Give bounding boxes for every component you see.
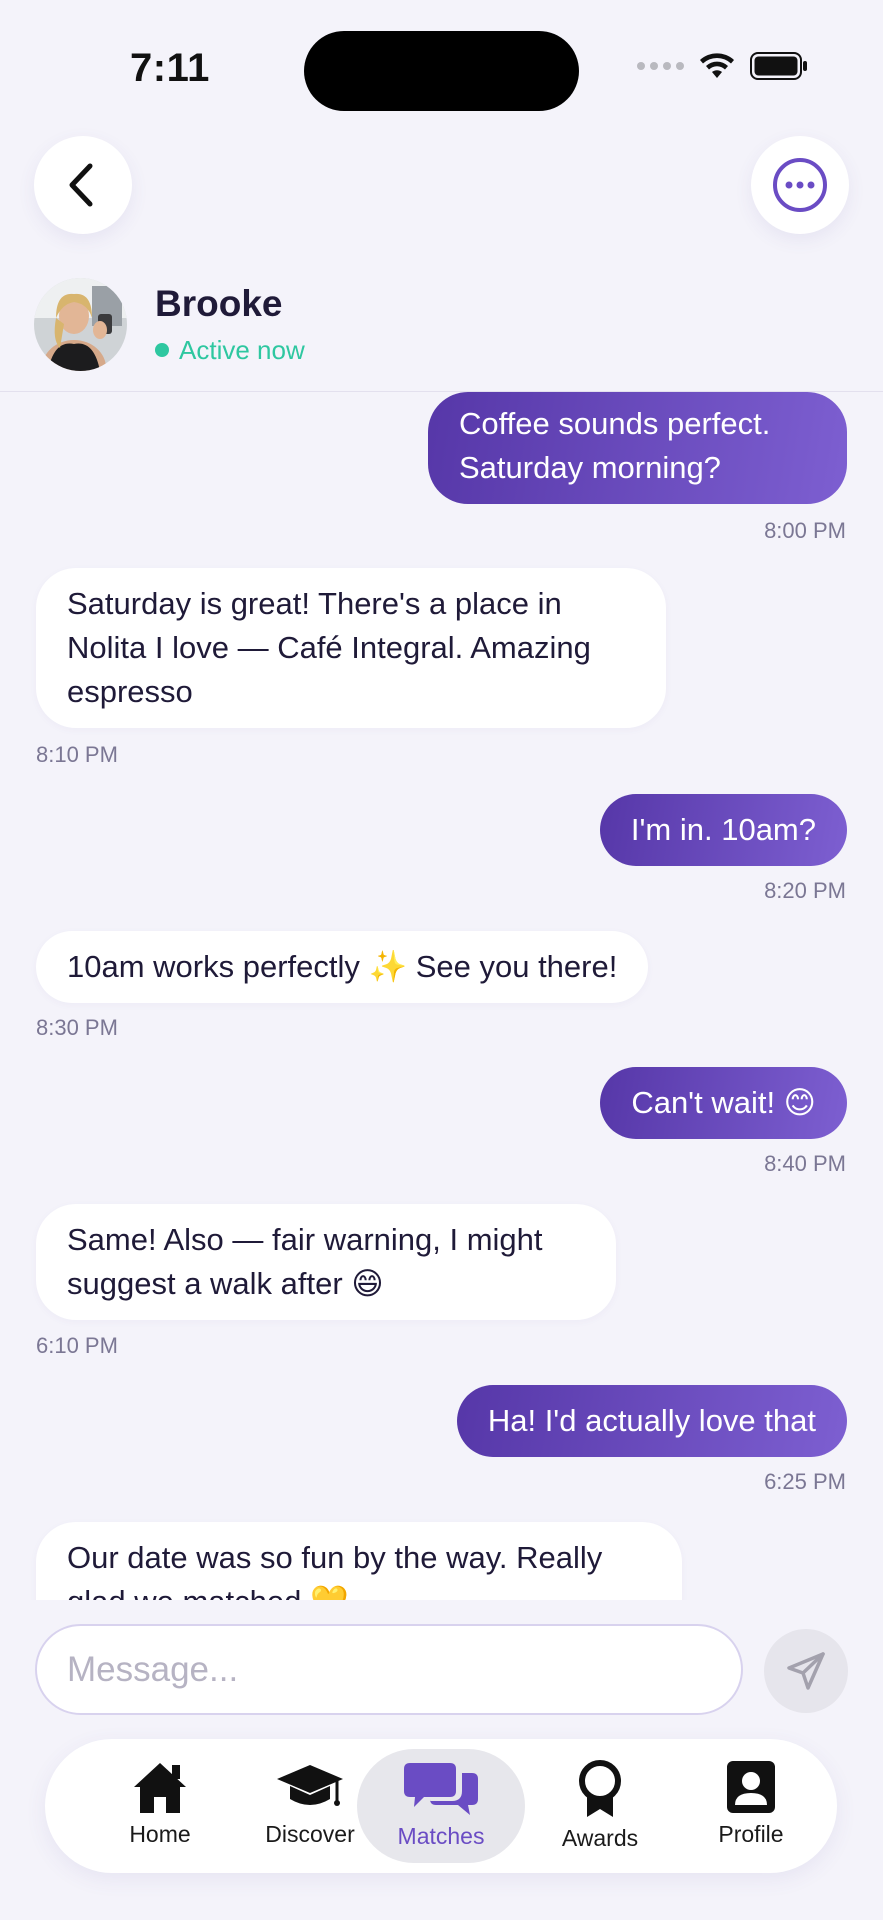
- graduation-cap-icon: [277, 1765, 343, 1806]
- send-button[interactable]: [764, 1629, 848, 1713]
- online-dot-icon: [155, 343, 169, 357]
- message-bubble-sent[interactable]: Coffee sounds perfect. Saturday morning?: [428, 392, 847, 504]
- presence-status: Active now: [155, 335, 305, 366]
- tab-profile[interactable]: Profile: [675, 1749, 827, 1863]
- status-time: 7:11: [130, 46, 210, 90]
- contact-info: Brooke Active now: [155, 283, 305, 366]
- send-icon: [787, 1652, 825, 1690]
- message-timestamp: 8:20 PM: [764, 878, 846, 903]
- person-card-icon: [727, 1761, 775, 1813]
- award-ribbon-icon: [579, 1760, 621, 1817]
- tab-awards[interactable]: Awards: [524, 1749, 676, 1863]
- chat-bubbles-icon: [404, 1763, 478, 1815]
- chat-screen: 7:11 Brooke Active now Coffee sounds per…: [0, 0, 883, 1920]
- tab-label: Matches: [397, 1823, 485, 1849]
- message-bubble-sent[interactable]: I'm in. 10am?: [599, 794, 847, 866]
- message-list[interactable]: Coffee sounds perfect. Saturday morning?…: [0, 392, 883, 1600]
- more-options-button[interactable]: [751, 136, 849, 234]
- message-bubble-received[interactable]: Our date was so fun by the way. Really g…: [36, 1522, 682, 1600]
- message-timestamp: 8:30 PM: [36, 1015, 118, 1040]
- message-bubble-received[interactable]: 10am works perfectly ✨ See you there!: [36, 931, 649, 1003]
- cellular-signal-icon: [637, 62, 684, 70]
- back-button[interactable]: [34, 136, 132, 234]
- contact-name: Brooke: [155, 282, 283, 324]
- tab-label: Profile: [718, 1821, 784, 1847]
- message-bubble-sent[interactable]: Can't wait! 😊: [600, 1067, 847, 1139]
- battery-icon: [750, 52, 807, 80]
- tab-bar: Home Discover Matches Awards Profile: [45, 1739, 837, 1873]
- more-options-icon: [773, 158, 827, 212]
- message-bubble-received[interactable]: Saturday is great! There's a place in No…: [36, 568, 666, 728]
- tab-label: Discover: [265, 1821, 355, 1847]
- presence-label: Active now: [179, 334, 305, 365]
- message-timestamp: 8:40 PM: [764, 1151, 846, 1176]
- chat-header: Brooke Active now: [34, 276, 883, 372]
- tab-matches[interactable]: Matches: [357, 1749, 525, 1863]
- chevron-left-icon: [69, 163, 93, 207]
- tab-label: Home: [129, 1821, 191, 1847]
- message-timestamp: 6:10 PM: [36, 1333, 118, 1358]
- tab-home[interactable]: Home: [84, 1749, 236, 1863]
- avatar[interactable]: [34, 277, 127, 371]
- wifi-icon: [700, 53, 734, 78]
- status-icons: [637, 52, 808, 80]
- message-bubble-received[interactable]: Same! Also — fair warning, I might sugge…: [36, 1204, 616, 1320]
- dynamic-island: [304, 31, 579, 111]
- house-icon: [134, 1763, 186, 1813]
- tab-label: Awards: [561, 1825, 639, 1851]
- avatar-photo: [34, 277, 127, 371]
- message-input[interactable]: Message...: [35, 1624, 743, 1715]
- message-timestamp: 6:25 PM: [764, 1469, 846, 1494]
- message-bubble-sent[interactable]: Ha! I'd actually love that: [456, 1385, 847, 1457]
- message-timestamp: 8:00 PM: [764, 518, 846, 543]
- message-timestamp: 8:10 PM: [36, 742, 118, 767]
